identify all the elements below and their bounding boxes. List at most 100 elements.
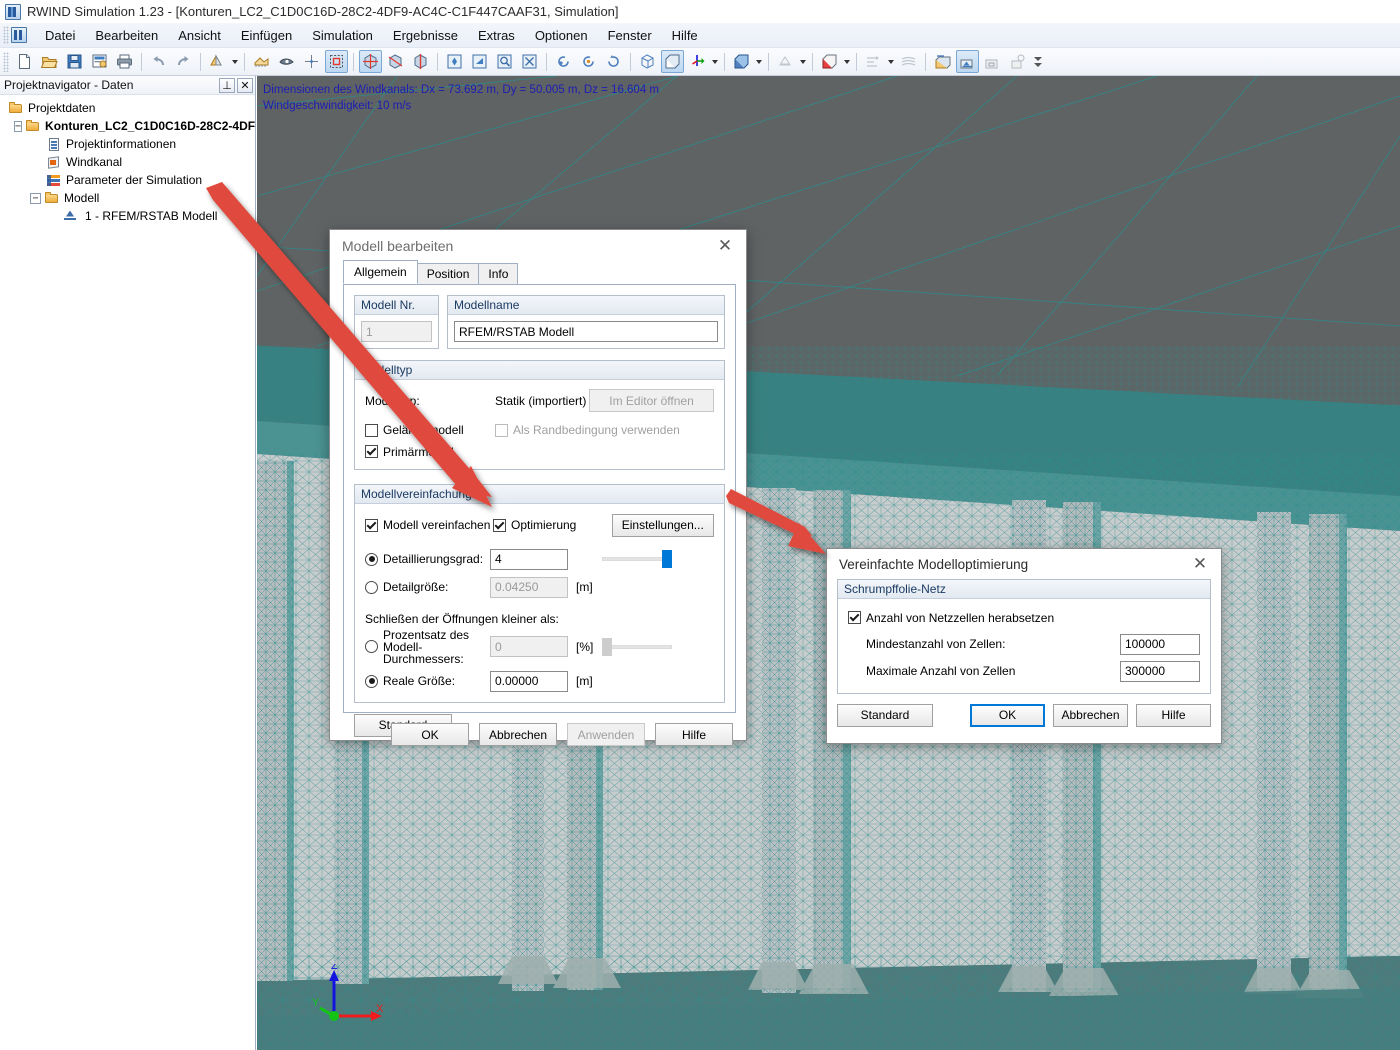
render-mode-icon[interactable] <box>206 50 229 73</box>
flow-arrows-icon[interactable] <box>862 50 885 73</box>
pin-icon[interactable]: ⊥ <box>219 77 235 93</box>
menu-item-ergebnisse[interactable]: Ergebnisse <box>383 25 468 46</box>
toolbar-grip[interactable] <box>3 51 9 72</box>
menu-item-bearbeiten[interactable]: Bearbeiten <box>85 25 168 46</box>
zoom-window-icon[interactable] <box>468 50 491 73</box>
detail-size-radio[interactable]: Detailgröße: <box>365 580 490 594</box>
surface-mesh-icon[interactable] <box>275 50 298 73</box>
tree-item-modell[interactable]: − Modell <box>6 189 255 207</box>
menu-grip[interactable] <box>3 26 9 44</box>
render-cube-dropdown-arrow[interactable] <box>842 50 851 73</box>
wind-tunnel-icon[interactable] <box>931 50 954 73</box>
menu-item-datei[interactable]: Datei <box>35 25 85 46</box>
primary-model-checkbox[interactable]: Primärmodell <box>365 445 454 459</box>
real-size-input[interactable] <box>490 670 568 692</box>
detail-level-radio[interactable]: Detaillierungsgrad: <box>365 552 490 566</box>
model-show-icon[interactable] <box>956 50 979 73</box>
standard-button[interactable]: Standard <box>837 703 933 727</box>
ok-button[interactable]: OK <box>970 703 1045 727</box>
zoom-fit-icon[interactable] <box>443 50 466 73</box>
solid-box-icon[interactable] <box>661 50 684 73</box>
min-cells-input[interactable] <box>1120 633 1200 655</box>
shading-icon[interactable] <box>774 50 797 73</box>
menu-item-extras[interactable]: Extras <box>468 25 525 46</box>
new-file-icon[interactable] <box>13 50 36 73</box>
use-as-boundary-checkbox[interactable]: Als Randbedingung verwenden <box>495 423 680 437</box>
cancel-button[interactable]: Abbrechen <box>479 723 557 746</box>
expander-icon[interactable]: − <box>30 192 41 204</box>
percent-diameter-slider[interactable] <box>602 637 672 657</box>
print-icon[interactable] <box>113 50 136 73</box>
dialog-title-bar[interactable]: Vereinfachte Modelloptimierung ✕ <box>827 549 1221 579</box>
menu-item-simulation[interactable]: Simulation <box>302 25 383 46</box>
axis-color-icon[interactable] <box>686 50 709 73</box>
percent-diameter-radio[interactable]: Prozentsatz des Modell-Durchmessers: <box>365 629 490 665</box>
real-size-radio[interactable]: Reale Größe: <box>365 674 490 688</box>
detail-level-input[interactable] <box>490 548 568 570</box>
slider-thumb[interactable] <box>602 637 612 656</box>
selection-box-icon[interactable] <box>325 50 348 73</box>
close-icon[interactable]: ✕ <box>1183 551 1217 577</box>
close-icon[interactable]: ✕ <box>708 233 742 259</box>
tree-item-konturen[interactable]: − Konturen_LC2_C1D0C16D-28C2-4DF9 <box>6 117 255 135</box>
rotate-cw-icon[interactable] <box>602 50 625 73</box>
model-xyz-icon[interactable] <box>359 50 382 73</box>
optimization-checkbox[interactable]: Optimierung <box>492 518 612 532</box>
model-rotate-icon[interactable] <box>384 50 407 73</box>
help-button[interactable]: Hilfe <box>655 723 733 746</box>
open-in-editor-button[interactable]: Im Editor öffnen <box>589 389 714 412</box>
slider-thumb[interactable] <box>662 550 672 568</box>
tree-item-windkanal[interactable]: Windkanal <box>6 153 255 171</box>
tree-item-parameter-simulation[interactable]: Parameter der Simulation <box>6 171 255 189</box>
node-grid-icon[interactable] <box>300 50 323 73</box>
render-mode-dropdown-arrow[interactable] <box>230 50 239 73</box>
rotate-view-icon[interactable] <box>552 50 575 73</box>
cancel-button[interactable]: Abbrechen <box>1053 703 1128 727</box>
apply-button[interactable]: Anwenden <box>567 723 645 746</box>
help-button[interactable]: Hilfe <box>1136 703 1211 727</box>
reduce-cells-checkbox[interactable]: Anzahl von Netzzellen herabsetzen <box>848 611 1054 625</box>
streamlines-icon[interactable] <box>897 50 920 73</box>
close-icon[interactable]: ✕ <box>237 77 253 93</box>
tree-item-projektinformationen[interactable]: Projektinformationen <box>6 135 255 153</box>
point-cloud-icon[interactable] <box>250 50 273 73</box>
expander-icon[interactable]: − <box>14 120 23 132</box>
undo-icon[interactable] <box>147 50 170 73</box>
menu-item-fenster[interactable]: Fenster <box>598 25 662 46</box>
rotate-ccw-icon[interactable] <box>577 50 600 73</box>
detail-level-slider[interactable] <box>602 549 672 569</box>
results-icon[interactable] <box>1006 50 1029 73</box>
detail-size-input[interactable] <box>490 576 568 598</box>
model-mirror-icon[interactable] <box>409 50 432 73</box>
render-cube-icon[interactable] <box>818 50 841 73</box>
model-name-input[interactable] <box>454 321 718 342</box>
tree-item-projektdaten[interactable]: Projektdaten <box>6 99 255 117</box>
menu-item-ansicht[interactable]: Ansicht <box>168 25 231 46</box>
simplify-model-checkbox[interactable]: Modell vereinfachen <box>365 518 493 532</box>
tab-position[interactable]: Position <box>416 263 480 284</box>
percent-diameter-input[interactable] <box>490 636 568 657</box>
ok-button[interactable]: OK <box>391 723 469 746</box>
save-icon[interactable] <box>63 50 86 73</box>
terrain-icon[interactable] <box>981 50 1004 73</box>
toolbar-overflow-icon[interactable] <box>1034 50 1042 73</box>
terrain-model-checkbox[interactable]: Geländemodell <box>365 423 495 437</box>
save-report-icon[interactable] <box>88 50 111 73</box>
settings-button[interactable]: Einstellungen... <box>611 513 714 537</box>
shading-dropdown-arrow[interactable] <box>798 50 807 73</box>
tab-info[interactable]: Info <box>478 263 519 284</box>
menu-item-optionen[interactable]: Optionen <box>525 25 598 46</box>
tree-item-rfem-rstab-modell[interactable]: 1 - RFEM/RSTAB Modell <box>6 207 255 225</box>
open-folder-icon[interactable] <box>38 50 61 73</box>
axis-dropdown-arrow[interactable] <box>710 50 719 73</box>
menu-item-hilfe[interactable]: Hilfe <box>662 25 708 46</box>
menu-app-icon[interactable] <box>11 27 27 43</box>
flow-dropdown-arrow[interactable] <box>886 50 895 73</box>
model-number-input[interactable] <box>361 321 432 342</box>
wireframe-icon[interactable] <box>636 50 659 73</box>
zoom-area-icon[interactable] <box>493 50 516 73</box>
view-cube-icon[interactable] <box>730 50 753 73</box>
dialog-title-bar[interactable]: Modell bearbeiten ✕ <box>330 230 746 262</box>
view-cube-dropdown-arrow[interactable] <box>754 50 763 73</box>
menu-item-einfuegen[interactable]: Einfügen <box>231 25 302 46</box>
